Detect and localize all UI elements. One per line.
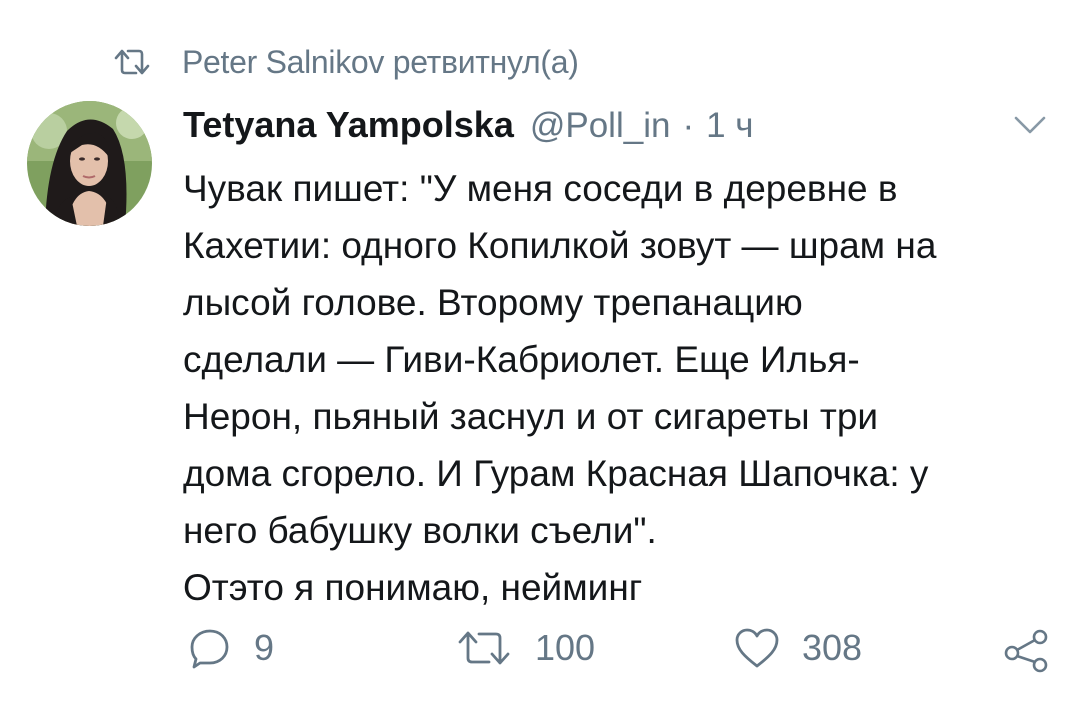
separator-dot: · — [682, 106, 695, 145]
like-button[interactable]: 308 — [734, 626, 862, 670]
author-handle[interactable]: @Poll_in — [530, 106, 671, 146]
like-icon — [735, 628, 779, 668]
author-name[interactable]: Tetyana Yampolska — [183, 104, 514, 146]
tweet-text: Чувак пишет: "У меня соседи в деревне в … — [183, 168, 937, 608]
reply-icon — [190, 629, 229, 669]
avatar-photo — [27, 101, 152, 226]
retweet-icon — [114, 49, 150, 75]
action-bar: 9 100 308 — [0, 626, 1080, 682]
timestamp[interactable]: 1 ч — [706, 106, 753, 146]
reply-button[interactable]: 9 — [188, 626, 274, 670]
avatar[interactable] — [27, 101, 152, 226]
retweet-banner[interactable]: Peter Salnikov ретвитнул(а) — [112, 40, 579, 84]
retweet-count: 100 — [535, 627, 596, 668]
tweet-header: Tetyana Yampolska @Poll_in · 1 ч — [183, 104, 754, 154]
retweet-banner-text: Peter Salnikov ретвитнул(а) — [182, 43, 579, 80]
retweet-icon — [458, 631, 510, 665]
chevron-down-icon[interactable] — [1012, 112, 1048, 138]
share-button[interactable] — [1002, 626, 1052, 674]
retweet-button[interactable]: 100 — [455, 626, 595, 670]
share-icon — [1004, 629, 1048, 673]
reply-count: 9 — [254, 627, 275, 668]
like-count: 308 — [802, 627, 863, 668]
